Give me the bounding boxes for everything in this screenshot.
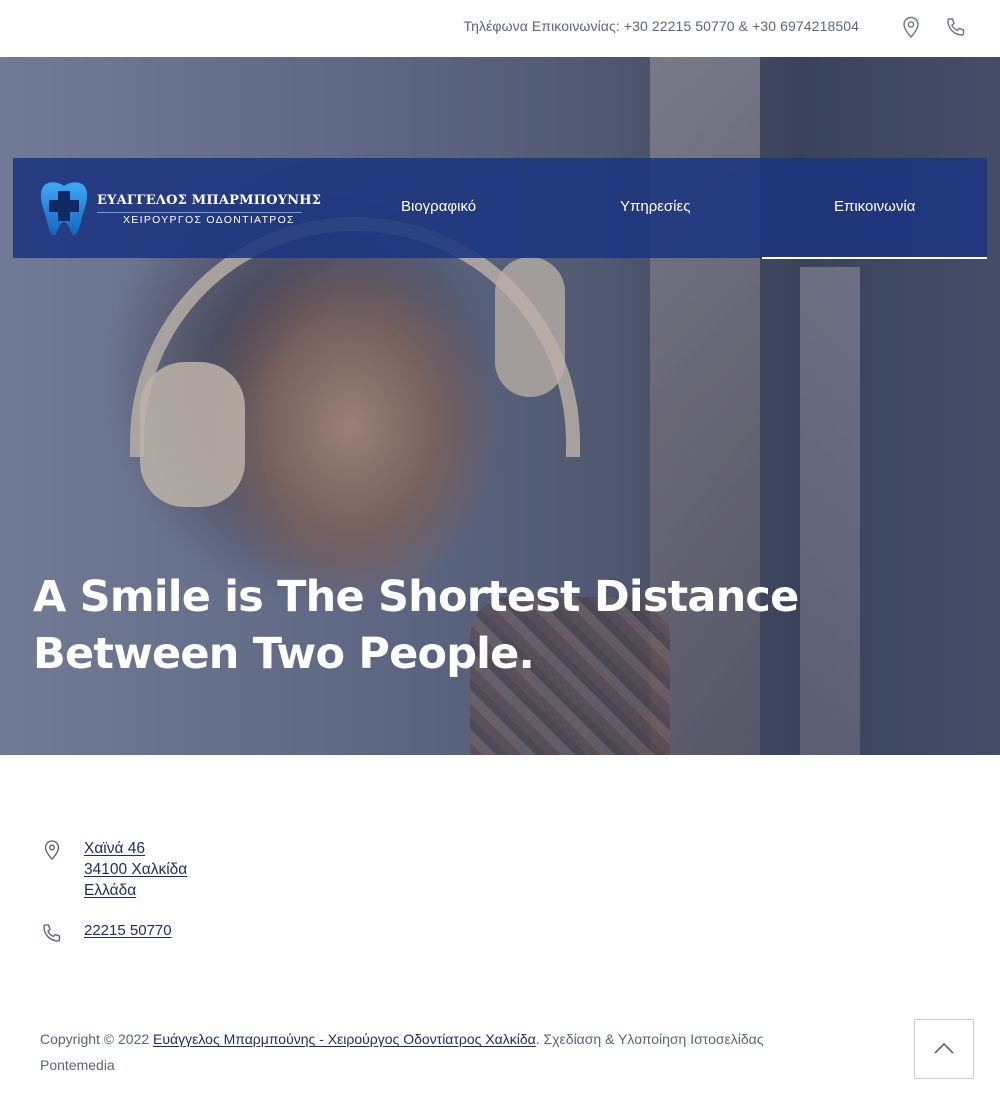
active-nav-indicator xyxy=(762,257,987,259)
hero-headline: A Smile is The Shortest Distance Between… xyxy=(33,572,799,679)
address-city-link[interactable]: 34100 Χαλκίδα xyxy=(84,861,187,879)
map-pin-icon[interactable] xyxy=(900,15,922,39)
site-logo[interactable]: ΕΥΑΓΓΕΛΟΣ ΜΠΑΡΜΠΟΥΝΗΣ ΧΕΙΡΟΥΡΓΟΣ ΟΔΟΝΤΙΑ… xyxy=(37,179,321,237)
top-bar: Τηλέφωνα Επικοινωνίας: +30 22215 50770 &… xyxy=(0,0,1000,57)
contact-info-section: Χαϊνά 46 34100 Χαλκίδα Ελλάδα 22215 5077… xyxy=(0,755,1000,1015)
phone-link[interactable]: 22215 50770 xyxy=(84,922,172,939)
site-home-link[interactable]: Ευάγγελος Μπαρμπούνης - Χειρούργος Οδοντ… xyxy=(153,1031,536,1047)
copyright-suffix: . Σχεδίαση & Υλοποίηση Ιστοσελίδας xyxy=(535,1031,764,1047)
nav-item-biography[interactable]: Βιογραφικό xyxy=(401,198,476,215)
footer-copyright: Copyright © 2022 Ευάγγελος Μπαρμπούνης -… xyxy=(40,1026,860,1078)
logo-subtitle: ΧΕΙΡΟΥΡΓΟΣ ΟΔΟΝΤΙΑΤΡΟΣ xyxy=(123,214,295,226)
nav-item-contact[interactable]: Επικοινωνία xyxy=(834,198,915,215)
designer-credit: Pontemedia xyxy=(40,1057,115,1073)
address-street-link[interactable]: Χαϊνά 46 xyxy=(84,840,145,858)
map-pin-icon xyxy=(42,839,62,861)
copyright-prefix: Copyright © 2022 xyxy=(40,1031,154,1047)
phone-icon xyxy=(42,922,62,944)
tooth-cross-icon xyxy=(40,182,88,235)
logo-name: ΕΥΑΓΓΕΛΟΣ ΜΠΑΡΜΠΟΥΝΗΣ xyxy=(97,193,322,208)
contact-phones-text: Τηλέφωνα Επικοινωνίας: +30 22215 50770 &… xyxy=(463,18,859,34)
chevron-up-icon xyxy=(934,1043,954,1054)
address-country-link[interactable]: Ελλάδα xyxy=(84,882,136,900)
scroll-to-top-button[interactable] xyxy=(914,1019,974,1079)
nav-item-services[interactable]: Υπηρεσίες xyxy=(620,198,690,215)
phone-icon[interactable] xyxy=(944,15,966,39)
main-navigation: ΕΥΑΓΓΕΛΟΣ ΜΠΑΡΜΠΟΥΝΗΣ ΧΕΙΡΟΥΡΓΟΣ ΟΔΟΝΤΙΑ… xyxy=(13,158,987,259)
